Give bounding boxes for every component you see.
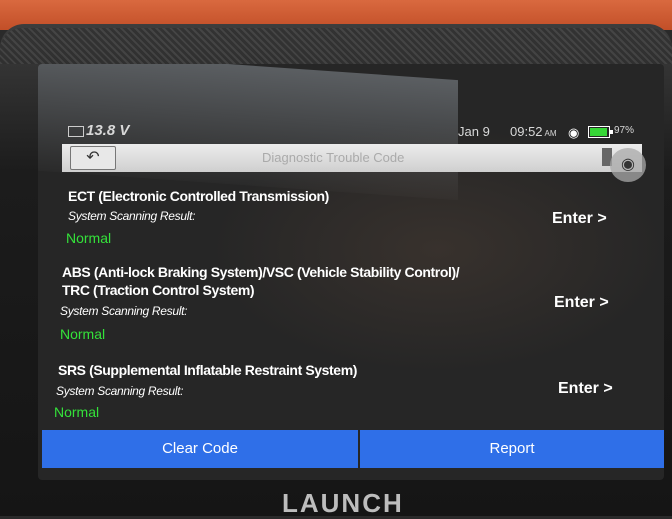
time-value: 09:52: [510, 124, 543, 139]
enter-button-abs[interactable]: Enter >: [554, 294, 609, 312]
system-result-label: System Scanning Result:: [60, 304, 188, 318]
enter-button-ect[interactable]: Enter >: [552, 210, 607, 228]
system-name-abs-line2: TRC (Traction Control System): [62, 282, 255, 298]
report-button[interactable]: Report: [360, 430, 664, 468]
system-result-label: System Scanning Result:: [68, 209, 196, 223]
system-status-abs: Normal: [60, 326, 106, 342]
camera-icon: ◉: [621, 156, 635, 173]
battery-icon: [588, 126, 613, 138]
system-status-srs: Normal: [54, 404, 100, 420]
back-arrow-icon: ↶: [86, 149, 100, 166]
battery-percent: 97%: [614, 125, 635, 136]
title-bar: ↶ Diagnostic Trouble Code: [62, 144, 642, 172]
back-button[interactable]: ↶: [70, 146, 116, 170]
voltage-readout: 13.8 V: [86, 122, 129, 139]
enter-button-srs[interactable]: Enter >: [558, 380, 613, 398]
brand-logo: LAUNCH: [282, 488, 404, 518]
voltage-value: 13.8: [86, 122, 116, 139]
camera-button[interactable]: ◉: [610, 148, 646, 182]
system-result-label: System Scanning Result:: [56, 384, 184, 398]
screen: 13.8 V Jan 9 09:52 AM ◉ 97% ↶ Diagnostic …: [38, 64, 664, 480]
car-battery-icon: [68, 126, 84, 137]
system-name-ect: ECT (Electronic Controlled Transmission): [68, 188, 329, 204]
status-time: 09:52 AM: [510, 124, 557, 139]
status-bar: 13.8 V Jan 9 09:52 AM ◉ 97%: [38, 120, 664, 144]
system-name-srs: SRS (Supplemental Inflatable Restraint S…: [58, 362, 358, 378]
bezel-texture: [0, 28, 672, 64]
time-ampm: AM: [544, 129, 557, 138]
status-date: Jan 9: [458, 124, 490, 139]
clear-code-button[interactable]: Clear Code: [42, 430, 358, 468]
voltage-unit: V: [119, 122, 130, 139]
wifi-icon: ◉: [568, 125, 580, 140]
page-title: Diagnostic Trouble Code: [262, 150, 405, 165]
system-name-abs: ABS (Anti-lock Braking System)/VSC (Vehi…: [62, 264, 460, 280]
system-status-ect: Normal: [66, 230, 112, 246]
